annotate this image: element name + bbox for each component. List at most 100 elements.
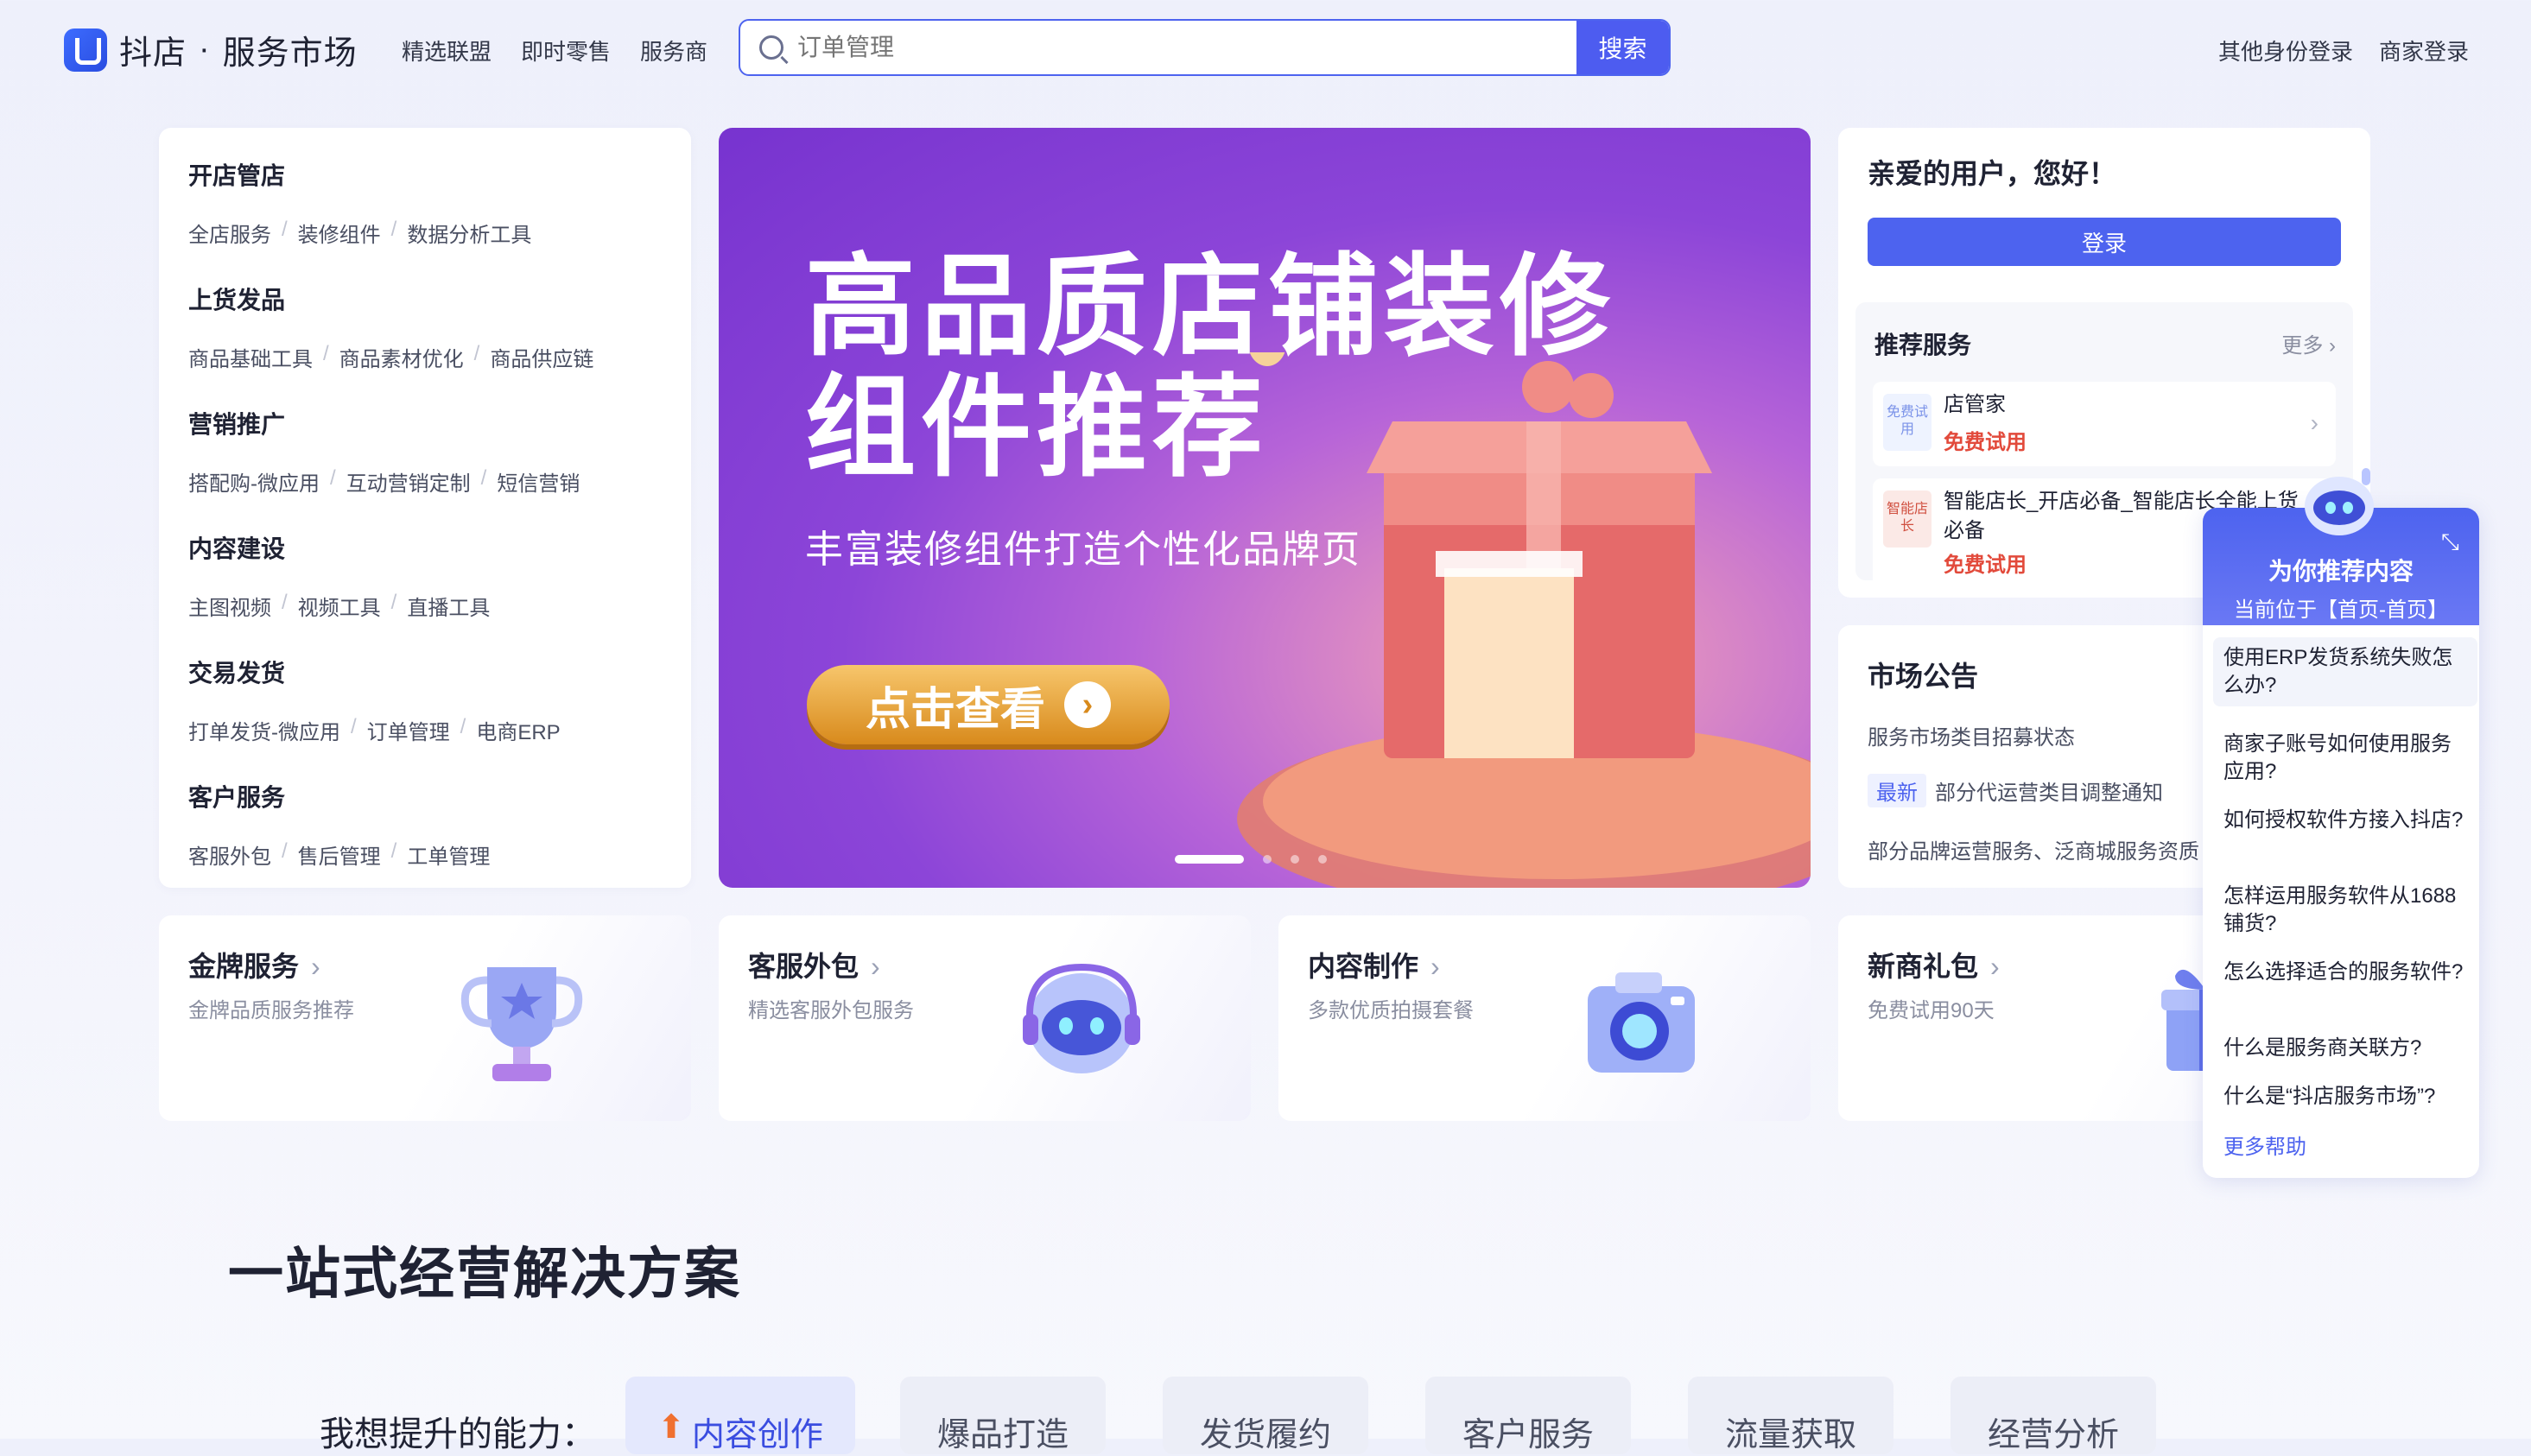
category-link[interactable]: 售后管理 (298, 839, 381, 870)
banner-title-line: 高品质店铺装修 (805, 245, 1616, 369)
category-link[interactable]: 客服外包 (188, 839, 271, 870)
other-identity-login-link[interactable]: 其他身份登录 (2218, 35, 2353, 66)
helper-question[interactable]: 怎么选择适合的服务软件? (2213, 959, 2477, 986)
ability-tab-label: 内容创作 (691, 1417, 823, 1453)
link-separator: / (323, 342, 329, 365)
notice-title: 市场公告 (1868, 661, 1979, 692)
category-title[interactable]: 开店管店 (188, 157, 531, 192)
category-link[interactable]: 商品基础工具 (188, 342, 313, 372)
feature-card-gold-service[interactable]: 金牌服务 › 金牌品质服务推荐 (159, 915, 691, 1121)
recommended-title: 推荐服务 (1874, 332, 1972, 358)
notice-item[interactable]: 服务市场类目招募状态 (1868, 720, 2075, 750)
category-link[interactable]: 直播工具 (407, 591, 490, 621)
category-group: 上货发品 商品基础工具 / 商品素材优化 / 商品供应链 (188, 282, 593, 372)
brand-logo[interactable]: 抖店 · 服务市场 (64, 26, 358, 73)
helper-title: 为你推荐内容 (2268, 558, 2414, 585)
category-link[interactable]: 搭配购-微应用 (188, 466, 320, 497)
recommended-item[interactable]: 免费试用 店管家 免费试用 › (1873, 382, 2336, 466)
top-nav: 精选联盟 即时零售 服务商 (402, 35, 707, 66)
helper-question[interactable]: 商家子账号如何使用服务应用? (2213, 731, 2477, 786)
category-link[interactable]: 工单管理 (407, 839, 490, 870)
category-link[interactable]: 装修组件 (298, 218, 381, 248)
link-separator: / (282, 218, 288, 241)
user-greeting: 亲爱的用户，您好！ (1868, 158, 2117, 189)
category-title[interactable]: 内容建设 (188, 530, 490, 565)
hero-banner[interactable]: 高品质店铺装修 组件推荐 丰富装修组件打造个性化品牌页 点击查看 › (719, 128, 1811, 888)
category-link[interactable]: 订单管理 (367, 715, 450, 745)
category-link[interactable]: 数据分析工具 (407, 218, 531, 248)
link-separator: / (473, 342, 480, 365)
link-separator: / (330, 466, 336, 490)
brand-subtitle: 服务市场 (222, 35, 358, 72)
collapse-icon[interactable]: ⤡ (2441, 529, 2467, 554)
helper-question[interactable]: 什么是“抖店服务市场”? (2213, 1083, 2477, 1111)
notice-item[interactable]: 部分品牌运营服务、泛商城服务资质 (1868, 834, 2199, 864)
merchant-login-link[interactable]: 商家登录 (2379, 35, 2469, 66)
service-thumbnail: 智能店长 (1883, 491, 1932, 548)
category-title[interactable]: 营销推广 (188, 406, 580, 440)
carousel-dot[interactable] (1263, 855, 1272, 864)
carousel-dot[interactable] (1318, 855, 1327, 864)
search-input[interactable] (796, 33, 1576, 62)
category-link[interactable]: 商品供应链 (490, 342, 593, 372)
notice-text: 服务市场类目招募状态 (1868, 726, 2075, 750)
login-button[interactable]: 登录 (1868, 218, 2341, 266)
category-link[interactable]: 视频工具 (298, 591, 381, 621)
category-link[interactable]: 短信营销 (497, 466, 580, 497)
feature-title-text: 客服外包 (748, 951, 860, 982)
helper-question[interactable]: 如何授权软件方接入抖店? (2213, 807, 2477, 834)
helper-question[interactable]: 怎样运用服务软件从1688铺货? (2213, 883, 2477, 938)
ability-tab-customer-service[interactable]: 客户服务 (1425, 1377, 1631, 1454)
more-help-link[interactable]: 更多帮助 (2223, 1130, 2306, 1160)
nav-link-instant-retail[interactable]: 即时零售 (521, 35, 611, 66)
link-separator: / (390, 839, 397, 863)
category-group: 交易发货 打单发货-微应用 / 订单管理 / 电商ERP (188, 655, 561, 745)
nav-link-alliance[interactable]: 精选联盟 (402, 35, 492, 66)
feature-card-content-production[interactable]: 内容制作 › 多款优质拍摄套餐 (1278, 915, 1811, 1121)
banner-cta-label: 点击查看 (865, 684, 1045, 735)
helper-question[interactable]: 使用ERP发货系统失败怎么办? (2213, 637, 2477, 706)
search-field[interactable] (740, 21, 1576, 74)
ability-tab-hot-products[interactable]: 爆品打造 (900, 1377, 1106, 1454)
feature-title-text: 金牌服务 (188, 951, 300, 982)
notice-text: 部分品牌运营服务、泛商城服务资质 (1868, 840, 2199, 864)
category-link[interactable]: 互动营销定制 (346, 466, 471, 497)
category-link[interactable]: 商品素材优化 (339, 342, 464, 372)
feature-title: 内容制作 › (1308, 945, 1440, 984)
feature-subtitle: 免费试用90天 (1868, 999, 1995, 1022)
ability-tab-label: 流量获取 (1724, 1417, 1856, 1453)
recommended-more-link[interactable]: 更多 › (2281, 328, 2336, 358)
category-link[interactable]: 打单发货-微应用 (188, 715, 340, 745)
ability-tab-label: 发货履约 (1199, 1417, 1331, 1453)
nav-link-provider[interactable]: 服务商 (640, 35, 707, 66)
ability-tab-content-creation[interactable]: ⬆ 内容创作 (625, 1377, 855, 1454)
notice-item[interactable]: 最新 部分代运营类目调整通知 (1868, 774, 2163, 807)
assistant-robot-icon[interactable] (2298, 463, 2381, 541)
link-separator: / (460, 715, 466, 738)
recommend-helper-panel: 为你推荐内容 当前位于【首页-首页】 使用ERP发货系统失败怎么办? 商家子账号… (2203, 508, 2479, 1178)
helper-question[interactable]: 什么是服务商关联方? (2213, 1035, 2477, 1062)
ability-label: 我想提升的能力： (320, 1415, 596, 1453)
category-title[interactable]: 交易发货 (188, 655, 561, 689)
category-link[interactable]: 全店服务 (188, 218, 271, 248)
ability-tab-fulfillment[interactable]: 发货履约 (1163, 1377, 1368, 1454)
category-title[interactable]: 上货发品 (188, 282, 593, 316)
feature-title: 客服外包 › (748, 945, 880, 984)
category-link[interactable]: 电商ERP (476, 715, 560, 745)
ability-tab-traffic[interactable]: 流量获取 (1688, 1377, 1893, 1454)
robot-headset-icon (1023, 963, 1140, 1073)
feature-title-text: 新商礼包 (1868, 951, 1979, 982)
chevron-right-icon: › (871, 951, 880, 982)
category-title[interactable]: 客户服务 (188, 779, 490, 813)
search-button[interactable]: 搜索 (1576, 21, 1669, 74)
brand-separator: · (199, 31, 211, 67)
category-link[interactable]: 主图视频 (188, 591, 271, 621)
banner-cta-button[interactable]: 点击查看 › (807, 665, 1170, 744)
ability-tab-analytics[interactable]: 经营分析 (1951, 1377, 2156, 1454)
carousel-dot[interactable] (1291, 855, 1299, 864)
doudian-logo-icon (64, 28, 107, 72)
carousel-dot[interactable] (1175, 855, 1244, 864)
feature-card-customer-service[interactable]: 客服外包 › 精选客服外包服务 (719, 915, 1251, 1121)
service-name: 店管家 (1944, 393, 2006, 416)
link-separator: / (282, 839, 288, 863)
